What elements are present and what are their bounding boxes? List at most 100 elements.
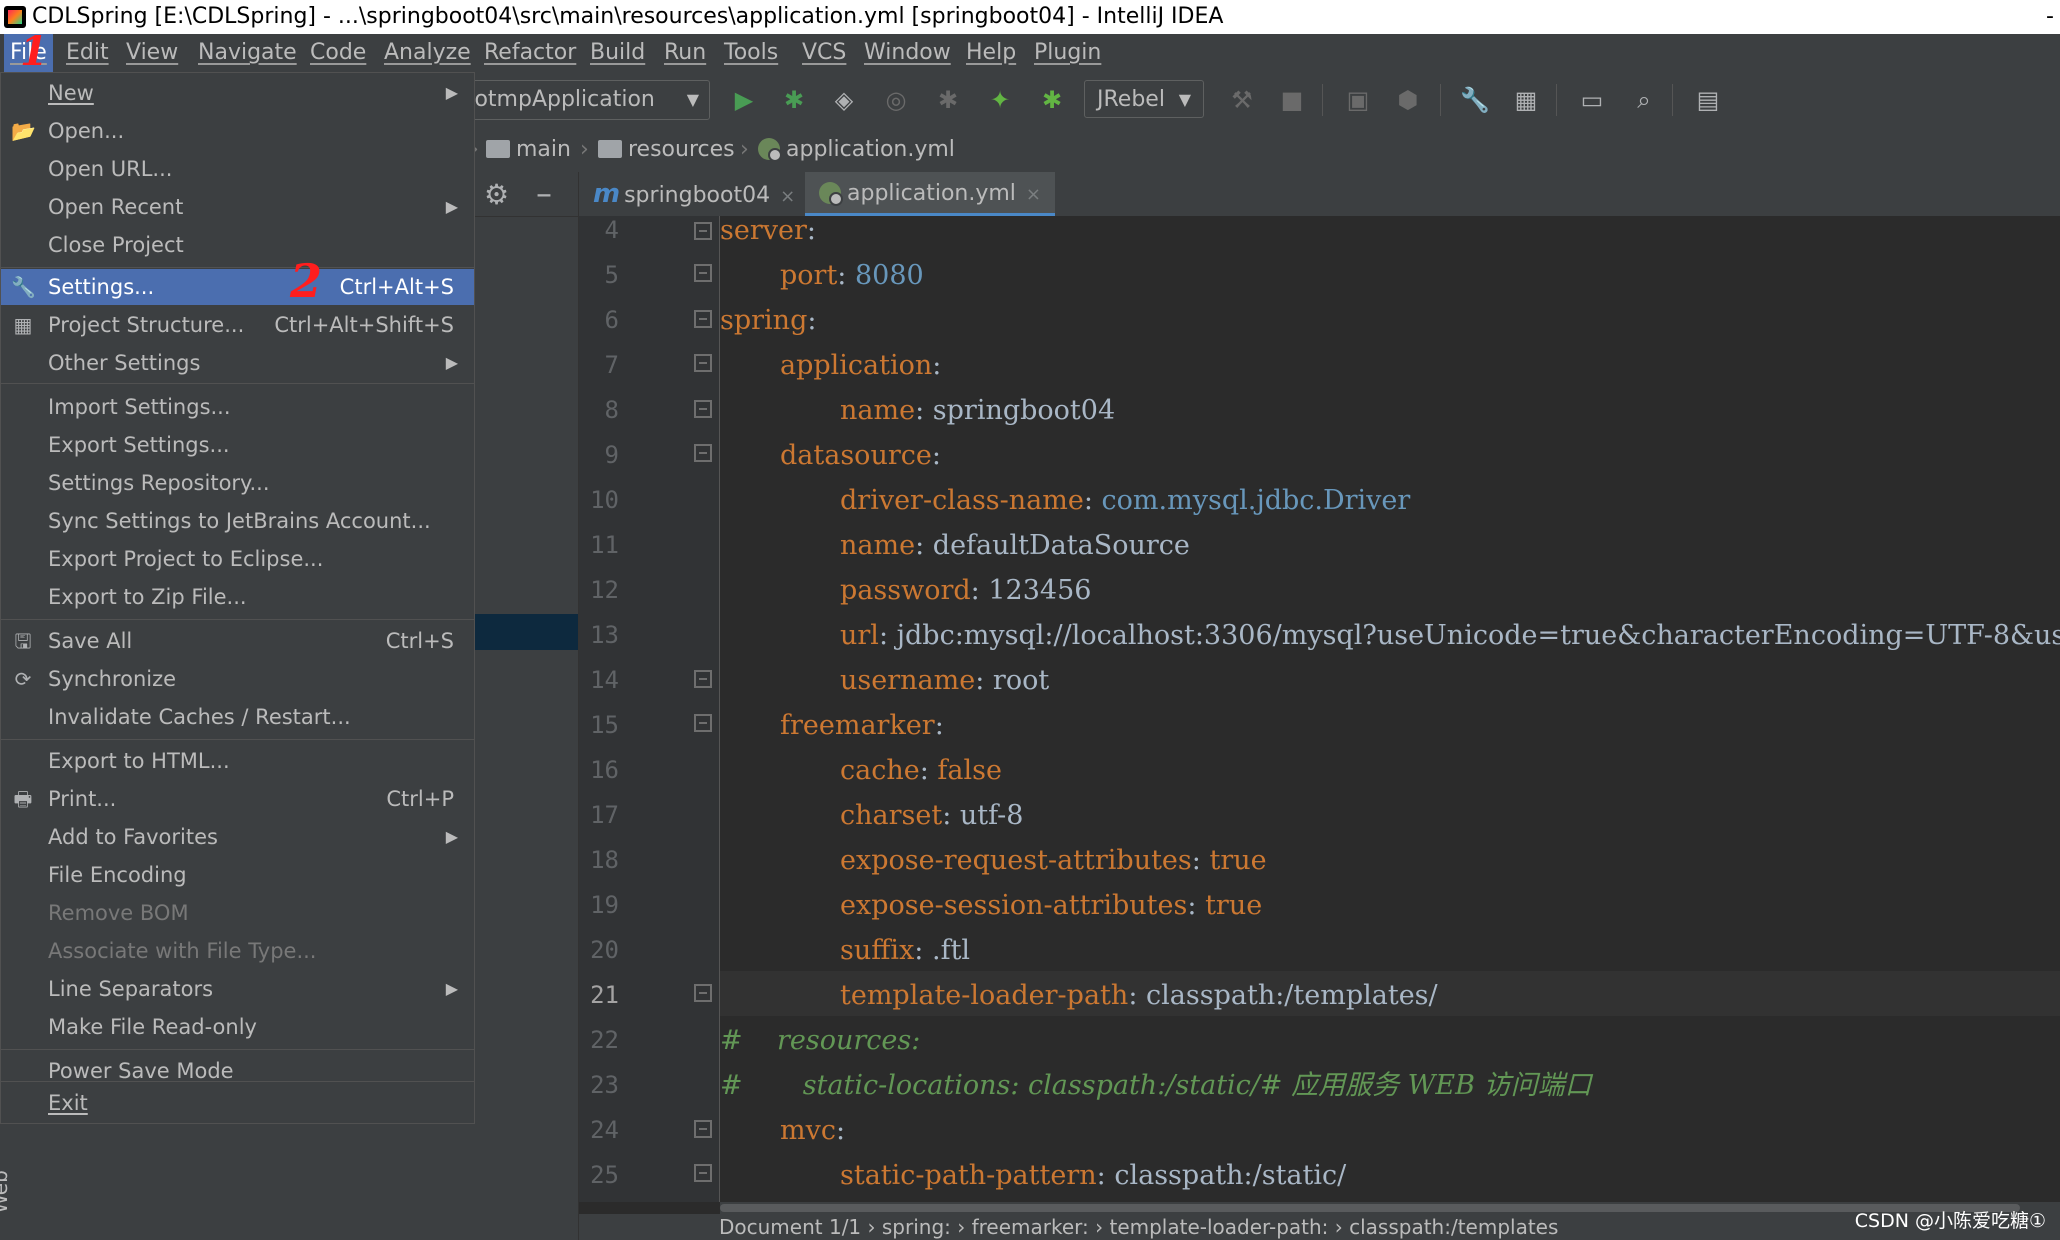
menu-item-export-settings[interactable]: Export Settings... — [1, 427, 474, 463]
tab-application-yml[interactable]: application.yml × — [805, 172, 1056, 216]
menu-item-make-read-only[interactable]: Make File Read-only — [1, 1009, 474, 1045]
menu-item-label: Power Save Mode — [48, 1059, 234, 1083]
line-number: 23 — [590, 1071, 619, 1099]
project-structure-icon[interactable]: ▦ — [1512, 86, 1540, 114]
menu-item-open-url[interactable]: Open URL... — [1, 151, 474, 187]
line-number: 4 — [604, 216, 619, 244]
menu-view[interactable]: View — [126, 34, 178, 72]
menu-help[interactable]: Help — [966, 34, 1016, 72]
menu-refactor[interactable]: Refactor — [484, 34, 576, 72]
breadcrumb-label: main — [516, 137, 571, 162]
menu-item-save-all[interactable]: 🖫 Save All Ctrl+S — [1, 623, 474, 659]
jrebel-debug-icon[interactable]: ✱ — [1038, 86, 1066, 114]
close-icon[interactable]: × — [780, 186, 795, 207]
menu-item-other-settings[interactable]: Other Settings ▶ — [1, 345, 474, 381]
menu-item-line-separators[interactable]: Line Separators ▶ — [1, 971, 474, 1007]
menu-item-file-encoding[interactable]: File Encoding — [1, 857, 474, 893]
gear-icon[interactable]: ⚙ — [484, 178, 509, 211]
settings-wrench-icon[interactable]: 🔧 — [1460, 86, 1490, 114]
yaml-value: 8080 — [855, 260, 924, 291]
menu-item-power-save[interactable]: Power Save Mode — [1, 1053, 474, 1089]
menu-item-export-zip[interactable]: Export to Zip File... — [1, 579, 474, 615]
jrebel-select[interactable]: JRebel ▼ — [1084, 80, 1204, 118]
menu-separator — [1, 383, 474, 384]
code-line: static-path-pattern: classpath:/static/ — [720, 1153, 1346, 1198]
yaml-value: 123456 — [988, 575, 1092, 606]
menu-item-label: Open... — [48, 119, 125, 143]
yaml-key: name — [840, 395, 916, 426]
yaml-value: root — [992, 665, 1050, 696]
submenu-arrow-icon: ▶ — [445, 83, 458, 102]
line-number: 26 — [579, 1196, 619, 1202]
fold-marker-icon[interactable] — [694, 670, 712, 688]
menu-item-settings-repository[interactable]: Settings Repository... — [1, 465, 474, 501]
fold-marker-icon[interactable] — [694, 444, 712, 462]
menu-item-settings[interactable]: 🔧 Settings... Ctrl+Alt+S — [1, 269, 474, 305]
code-line: freemarker: — [720, 703, 944, 748]
fold-marker-icon[interactable] — [694, 714, 712, 732]
debug-icon[interactable]: ✱ — [780, 86, 808, 114]
jrebel-run-icon[interactable]: ✦ — [986, 86, 1014, 114]
menu-item-new[interactable]: New ▶ — [1, 75, 474, 111]
menu-plugin[interactable]: Plugin — [1034, 34, 1101, 72]
fold-marker-icon[interactable] — [694, 1164, 712, 1182]
menu-item-invalidate-caches[interactable]: Invalidate Caches / Restart... — [1, 699, 474, 735]
menu-analyze[interactable]: Analyze — [384, 34, 471, 72]
menu-run[interactable]: Run — [664, 34, 706, 72]
coverage-icon[interactable]: ◈ — [830, 86, 858, 114]
yaml-colon: : — [1096, 1160, 1106, 1191]
menu-edit[interactable]: Edit — [66, 34, 109, 72]
menu-item-add-favorites[interactable]: Add to Favorites ▶ — [1, 819, 474, 855]
menu-item-open-recent[interactable]: Open Recent ▶ — [1, 189, 474, 225]
database-icon[interactable]: ▤ — [1694, 86, 1722, 114]
menu-code[interactable]: Code — [310, 34, 366, 72]
yaml-key: freemarker — [780, 710, 935, 741]
yaml-key: url — [840, 620, 879, 651]
menu-item-label: Export Project to Eclipse... — [48, 547, 324, 571]
fold-marker-icon[interactable] — [694, 310, 712, 328]
fold-marker-icon[interactable] — [694, 222, 712, 240]
run-configuration-label: ootmpApplication — [461, 87, 655, 112]
scrollbar-thumb[interactable] — [720, 1204, 2020, 1212]
structure-path[interactable]: Document 1/1 › spring: › freemarker: › t… — [719, 1214, 1558, 1240]
fold-marker-icon[interactable] — [694, 984, 712, 1002]
breadcrumb-main[interactable]: main — [486, 128, 571, 172]
run-icon[interactable]: ▶ — [730, 86, 758, 114]
menu-tools[interactable]: Tools — [724, 34, 778, 72]
menu-item-synchronize[interactable]: ⟳ Synchronize — [1, 661, 474, 697]
tab-label: application.yml — [847, 181, 1016, 206]
yaml-colon: : — [934, 710, 944, 741]
menu-item-close-project[interactable]: Close Project — [1, 227, 474, 263]
fold-marker-icon[interactable] — [694, 264, 712, 282]
menu-navigate[interactable]: Navigate — [198, 34, 297, 72]
breadcrumb-resources[interactable]: resources — [598, 128, 735, 172]
menu-item-label: Export to HTML... — [48, 749, 230, 773]
web-tool-tab[interactable]: Web — [0, 1140, 28, 1240]
chevron-down-icon: ▼ — [686, 90, 699, 109]
menu-separator — [1, 739, 474, 740]
menu-item-exit[interactable]: Exit — [1, 1085, 474, 1121]
menu-item-project-structure[interactable]: ▦ Project Structure... Ctrl+Alt+Shift+S — [1, 307, 474, 343]
menu-item-print[interactable]: 🖶 Print... Ctrl+P — [1, 781, 474, 817]
breadcrumb-application-yml[interactable]: application.yml — [758, 128, 955, 172]
terminal-icon[interactable]: ▭ — [1578, 86, 1606, 114]
code-line: datasource: — [720, 433, 941, 478]
menu-build[interactable]: Build — [590, 34, 645, 72]
hide-panel-icon[interactable]: – — [536, 174, 552, 212]
yaml-colon: : — [914, 935, 924, 966]
menu-item-import-settings[interactable]: Import Settings... — [1, 389, 474, 425]
search-icon[interactable]: ⌕ — [1630, 86, 1658, 114]
menu-window[interactable]: Window — [864, 34, 951, 72]
fold-marker-icon[interactable] — [694, 354, 712, 372]
close-icon[interactable]: × — [1026, 184, 1041, 205]
menu-item-export-eclipse[interactable]: Export Project to Eclipse... — [1, 541, 474, 577]
run-configuration-select[interactable]: ootmpApplication ▼ — [460, 80, 710, 120]
fold-marker-icon[interactable] — [694, 1120, 712, 1138]
menu-item-sync-settings[interactable]: Sync Settings to JetBrains Account... — [1, 503, 474, 539]
menu-item-open[interactable]: 📂 Open... — [1, 113, 474, 149]
fold-marker-icon[interactable] — [694, 400, 712, 418]
menu-item-export-html[interactable]: Export to HTML... — [1, 743, 474, 779]
annotation-step-1: 1 — [20, 28, 48, 75]
minimize-icon[interactable]: - — [2046, 0, 2054, 34]
menu-vcs[interactable]: VCS — [802, 34, 846, 72]
